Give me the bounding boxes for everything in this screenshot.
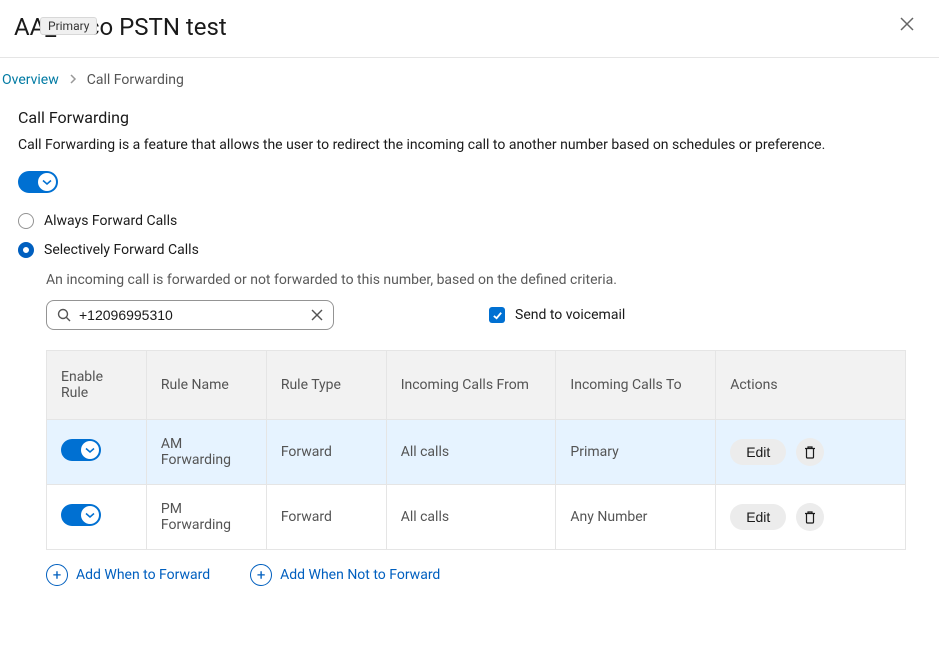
call-forwarding-toggle[interactable] xyxy=(18,171,923,197)
th-actions: Actions xyxy=(716,351,906,420)
add-link-label: Add When Not to Forward xyxy=(280,567,440,583)
plus-icon: + xyxy=(250,564,272,586)
breadcrumb: Overview Call Forwarding xyxy=(0,58,939,102)
forward-mode-radio-group: Always Forward Calls Selectively Forward… xyxy=(18,213,923,258)
page-title-wrap: AA_cisco PSTN test Primary xyxy=(14,13,227,41)
selective-forward-section: An incoming call is forwarded or not for… xyxy=(46,272,923,586)
delete-button[interactable] xyxy=(796,503,824,531)
chevron-right-icon xyxy=(69,73,77,87)
check-icon xyxy=(492,310,503,321)
send-to-voicemail-checkbox-row[interactable]: Send to voicemail xyxy=(489,307,625,323)
cell-rule-name: AM Forwarding xyxy=(146,420,266,485)
clear-input-button[interactable] xyxy=(311,309,323,321)
th-name: Rule Name xyxy=(146,351,266,420)
add-link-label: Add When to Forward xyxy=(76,567,210,583)
rule-enable-toggle[interactable] xyxy=(61,439,101,461)
close-button[interactable] xyxy=(895,12,919,41)
rules-table: Enable Rule Rule Name Rule Type Incoming… xyxy=(46,350,906,550)
add-when-not-to-forward-link[interactable]: + Add When Not to Forward xyxy=(250,564,440,586)
close-icon xyxy=(899,16,915,32)
add-when-to-forward-link[interactable]: + Add When to Forward xyxy=(46,564,210,586)
trash-icon xyxy=(803,510,817,524)
chevron-down-icon xyxy=(42,177,52,187)
radio-label: Selectively Forward Calls xyxy=(44,242,199,258)
trash-icon xyxy=(803,445,817,459)
breadcrumb-current: Call Forwarding xyxy=(87,72,184,88)
table-row[interactable]: AM Forwarding Forward All calls Primary … xyxy=(47,420,906,485)
chevron-down-icon xyxy=(85,445,95,455)
cell-calls-to: Primary xyxy=(556,420,716,485)
plus-icon: + xyxy=(46,564,68,586)
cell-calls-from: All calls xyxy=(386,485,556,550)
modal-header: AA_cisco PSTN test Primary xyxy=(0,0,939,58)
add-links-row: + Add When to Forward + Add When Not to … xyxy=(46,564,923,586)
search-icon xyxy=(57,308,71,322)
cell-rule-type: Forward xyxy=(266,485,386,550)
section-description: Call Forwarding is a feature that allows… xyxy=(18,137,923,153)
edit-button[interactable]: Edit xyxy=(730,439,786,465)
cell-calls-from: All calls xyxy=(386,420,556,485)
phone-number-input[interactable] xyxy=(79,307,303,323)
table-row[interactable]: PM Forwarding Forward All calls Any Numb… xyxy=(47,485,906,550)
selective-description: An incoming call is forwarded or not for… xyxy=(46,272,923,288)
th-type: Rule Type xyxy=(266,351,386,420)
th-from: Incoming Calls From xyxy=(386,351,556,420)
cell-calls-to: Any Number xyxy=(556,485,716,550)
radio-input[interactable] xyxy=(18,213,34,229)
voicemail-checkbox[interactable] xyxy=(489,307,505,323)
primary-badge: Primary xyxy=(40,17,97,35)
content-area: Call Forwarding Call Forwarding is a fea… xyxy=(0,108,939,606)
cell-rule-name: PM Forwarding xyxy=(146,485,266,550)
radio-label: Always Forward Calls xyxy=(44,213,177,229)
th-to: Incoming Calls To xyxy=(556,351,716,420)
delete-button[interactable] xyxy=(796,438,824,466)
edit-button[interactable]: Edit xyxy=(730,504,786,530)
radio-input[interactable] xyxy=(18,242,34,258)
chevron-down-icon xyxy=(85,510,95,520)
th-enable: Enable Rule xyxy=(47,351,147,420)
phone-voicemail-row: Send to voicemail xyxy=(46,300,923,330)
phone-number-input-wrap[interactable] xyxy=(46,300,334,330)
rule-enable-toggle[interactable] xyxy=(61,504,101,526)
breadcrumb-overview-link[interactable]: Overview xyxy=(2,72,59,88)
cell-rule-type: Forward xyxy=(266,420,386,485)
radio-selectively-forward[interactable]: Selectively Forward Calls xyxy=(18,242,923,258)
section-title: Call Forwarding xyxy=(18,108,923,127)
voicemail-label: Send to voicemail xyxy=(515,307,625,323)
radio-always-forward[interactable]: Always Forward Calls xyxy=(18,213,923,229)
